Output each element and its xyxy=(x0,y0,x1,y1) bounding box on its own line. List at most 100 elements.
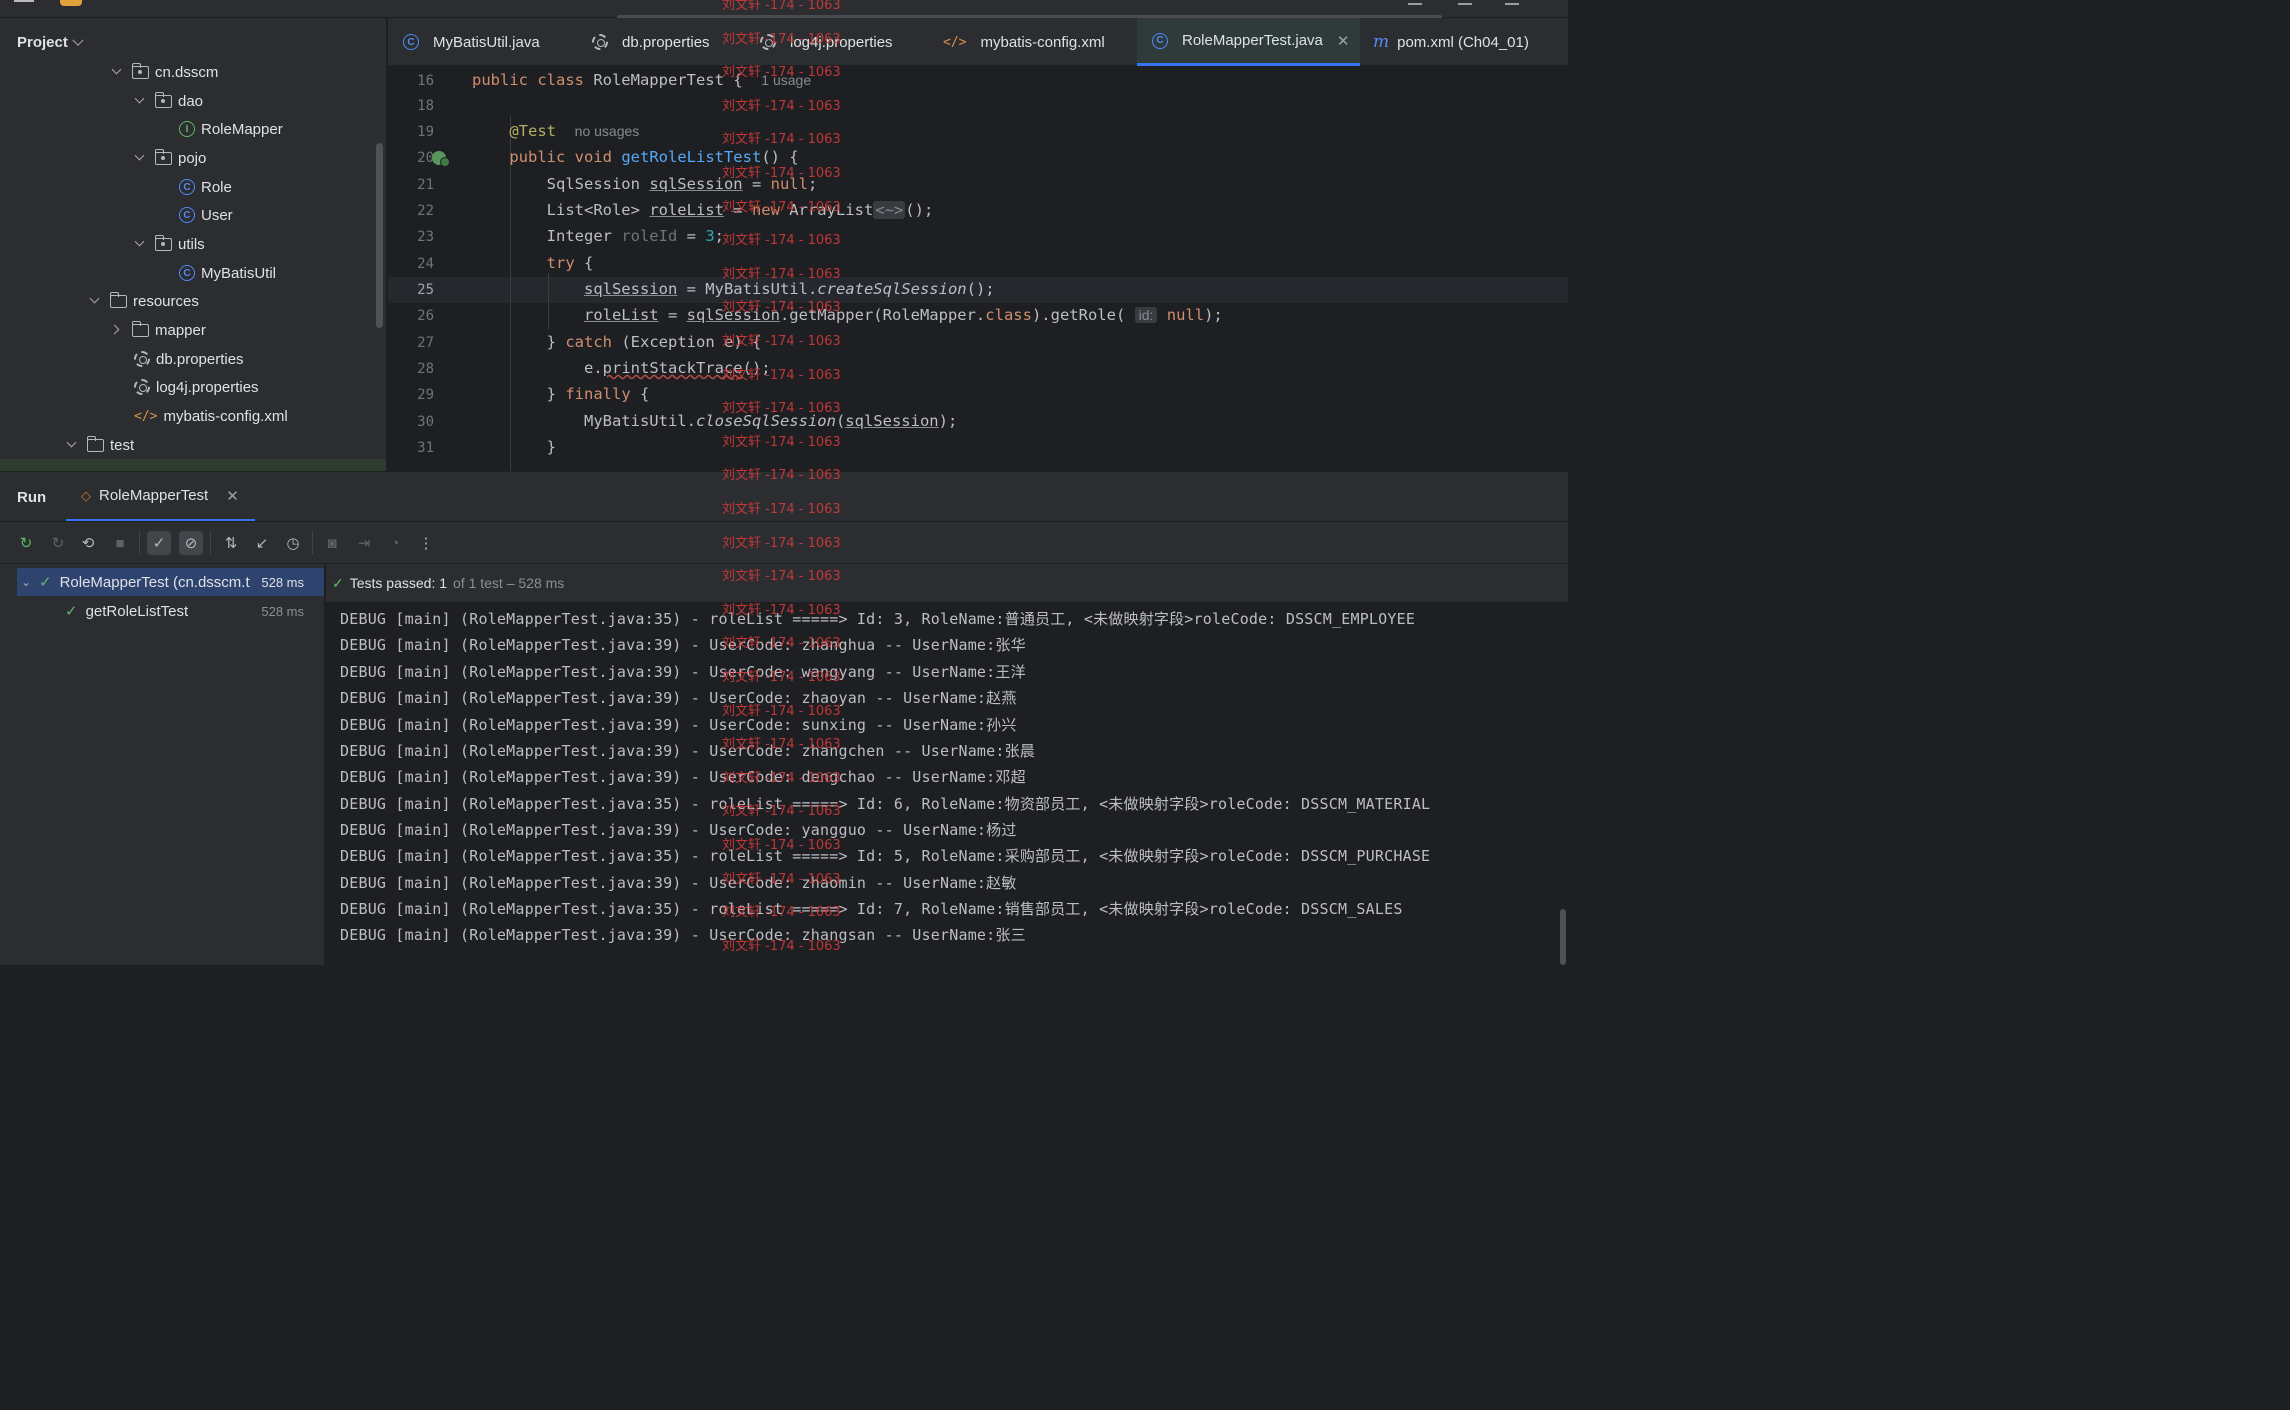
project-scrollbar[interactable] xyxy=(376,143,383,328)
tree-item-mapper[interactable]: mapper xyxy=(108,316,206,344)
line-number: 30 xyxy=(417,414,434,430)
run-tool-window-header: Run ◇ RoleMapperTest ✕ xyxy=(0,471,1568,522)
toolbar-separator xyxy=(312,532,313,554)
parameter-hint: id: xyxy=(1134,307,1158,323)
test-config-icon: ◇ xyxy=(81,487,91,503)
code-line: Integer roleId = 3; xyxy=(472,227,724,245)
toggle-auto-test-icon[interactable]: ⟲ xyxy=(76,531,100,555)
tree-item-label: utils xyxy=(178,235,205,253)
line-number: 21 xyxy=(417,177,434,193)
tree-item-test[interactable]: test xyxy=(63,431,134,459)
search-icon[interactable] xyxy=(1458,0,1472,5)
usage-hint[interactable]: 1 usage xyxy=(761,72,811,88)
chevron-down-icon[interactable]: ⌄ xyxy=(21,575,39,589)
sort-icon[interactable]: ⇅ xyxy=(219,531,243,555)
expand-arrow-icon[interactable] xyxy=(131,92,149,110)
tab-label: RoleMapperTest.java xyxy=(1182,32,1323,49)
line-number: 29 xyxy=(417,387,434,403)
test-suite-row[interactable]: ⌄ ✓ RoleMapperTest (cn.dsscm.t 528 ms xyxy=(17,568,324,596)
chevron-down-icon xyxy=(72,34,84,46)
vcs-icon[interactable] xyxy=(1408,0,1422,5)
show-ignored-icon[interactable]: ⊘ xyxy=(179,531,203,555)
collapse-all-icon[interactable]: ↙ xyxy=(250,531,274,555)
line-number: 18 xyxy=(417,98,434,114)
folder-icon xyxy=(86,435,104,452)
code-line: e.printStackTrace(); xyxy=(472,359,771,377)
show-passed-icon[interactable]: ✓ xyxy=(147,531,171,555)
more-options-icon[interactable]: ⋮ xyxy=(414,531,438,555)
tree-item-user[interactable]: C User xyxy=(179,201,233,229)
test-method-row[interactable]: ✓ getRoleListTest 528 ms xyxy=(17,597,324,625)
run-test-icon[interactable] xyxy=(432,151,450,167)
tab-mybatisutil[interactable]: C MyBatisUtil.java xyxy=(403,18,540,66)
run-tab-label: RoleMapperTest xyxy=(99,487,209,504)
expand-arrow-icon[interactable] xyxy=(108,63,126,81)
tab-mybatis-config[interactable]: </> mybatis-config.xml xyxy=(943,18,1105,66)
tab-rolemappertest[interactable]: C RoleMapperTest.java ✕ xyxy=(1137,18,1360,66)
title-bar xyxy=(0,0,1568,19)
tab-log4j-properties[interactable]: log4j.properties xyxy=(760,18,893,66)
gear-icon xyxy=(760,34,776,50)
close-icon[interactable]: ✕ xyxy=(1337,32,1350,50)
code-line: SqlSession sqlSession = null; xyxy=(472,175,818,193)
usage-hint[interactable]: no usages xyxy=(575,123,640,139)
code-editor[interactable]: 16 18 19 20 21 22 23 24 25 26 27 28 29 3… xyxy=(388,67,1568,471)
tree-item-utils[interactable]: utils xyxy=(131,230,205,258)
export-icon[interactable]: ⇥ xyxy=(352,531,376,555)
test-duration: 528 ms xyxy=(261,574,304,590)
tree-item-pojo[interactable]: pojo xyxy=(131,144,206,172)
rerun-failed-icon[interactable]: ↻ xyxy=(46,531,70,555)
code-line: } finally { xyxy=(472,385,650,403)
coverage-icon[interactable]: ◔ xyxy=(383,531,407,555)
tree-item-mybatisutil[interactable]: C MyBatisUtil xyxy=(179,259,276,287)
console-output[interactable]: ✓ Tests passed: 1 of 1 test – 528 ms DEB… xyxy=(326,564,1568,965)
rerun-icon[interactable]: ↻ xyxy=(14,531,38,555)
test-method-label: getRoleListTest xyxy=(85,602,189,620)
collapse-arrow-icon[interactable] xyxy=(108,321,126,339)
tree-item-label: resources xyxy=(133,292,199,310)
project-logo-icon[interactable] xyxy=(60,0,82,6)
tab-db-properties[interactable]: db.properties xyxy=(592,18,710,66)
project-panel-header[interactable]: Project xyxy=(17,34,84,51)
tree-item-label: pojo xyxy=(178,149,207,167)
expand-arrow-icon[interactable] xyxy=(63,436,81,454)
passed-check-icon: ✓ xyxy=(65,603,78,620)
code-line: sqlSession = MyBatisUtil.createSqlSessio… xyxy=(583,280,995,298)
log-line: DEBUG [main] (RoleMapperTest.java:39) - … xyxy=(340,768,1026,786)
tree-item-label: Role xyxy=(201,178,232,196)
tree-item-cn-dsscm[interactable]: cn.dsscm xyxy=(108,58,218,86)
log-line: DEBUG [main] (RoleMapperTest.java:39) - … xyxy=(340,636,1026,654)
tree-item-rolemapper[interactable]: I RoleMapper xyxy=(179,115,283,143)
expand-arrow-icon[interactable] xyxy=(131,235,149,253)
console-scrollbar[interactable] xyxy=(1560,909,1566,965)
package-icon xyxy=(131,62,149,79)
tab-label: db.properties xyxy=(622,33,710,51)
run-tab-rolemappertest[interactable]: ◇ RoleMapperTest ✕ xyxy=(66,472,255,522)
tree-item-role[interactable]: C Role xyxy=(179,173,232,201)
test-status-bar: ✓ Tests passed: 1 of 1 test – 528 ms xyxy=(326,564,1568,602)
log-line: DEBUG [main] (RoleMapperTest.java:35) - … xyxy=(340,847,1431,865)
package-icon xyxy=(154,148,172,165)
line-number: 27 xyxy=(417,335,434,351)
tree-item-dao[interactable]: dao xyxy=(131,87,203,115)
history-icon[interactable]: ◷ xyxy=(281,531,305,555)
tree-item-db-properties[interactable]: db.properties xyxy=(134,345,244,373)
folder-icon xyxy=(131,320,149,337)
expand-arrow-icon[interactable] xyxy=(86,292,104,310)
tree-item-mybatis-config[interactable]: </> mybatis-config.xml xyxy=(134,402,288,430)
tab-pom-xml[interactable]: m pom.xml (Ch04_01) xyxy=(1373,18,1529,66)
close-icon[interactable]: ✕ xyxy=(226,487,239,505)
screenshot-icon[interactable]: ◙ xyxy=(320,531,344,555)
expand-arrow-icon[interactable] xyxy=(131,149,149,167)
log-line: DEBUG [main] (RoleMapperTest.java:39) - … xyxy=(340,689,1017,707)
log-line: DEBUG [main] (RoleMapperTest.java:39) - … xyxy=(340,742,1036,760)
properties-file-icon xyxy=(134,379,150,395)
tab-label: mybatis-config.xml xyxy=(980,33,1105,51)
stop-icon[interactable]: ■ xyxy=(108,531,132,555)
main-menu-icon[interactable] xyxy=(14,0,34,3)
class-icon: C xyxy=(179,207,195,223)
tree-item-label: log4j.properties xyxy=(156,378,259,396)
tree-item-resources[interactable]: resources xyxy=(86,287,199,315)
settings-icon[interactable] xyxy=(1505,0,1519,5)
tree-item-log4j-properties[interactable]: log4j.properties xyxy=(134,373,259,401)
